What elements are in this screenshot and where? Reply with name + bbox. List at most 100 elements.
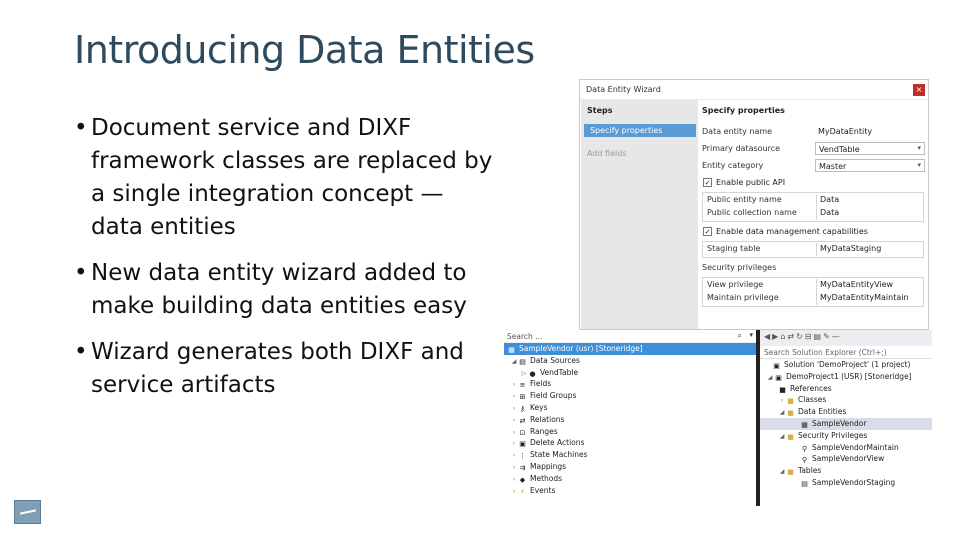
checkbox-check-icon: ✓ — [703, 178, 712, 187]
enable-data-management-checkbox[interactable]: ✓ Enable data management capabilities — [702, 224, 924, 241]
tree-node[interactable]: › ◆ Methods — [504, 473, 756, 485]
tree-node-label: State Machines — [530, 450, 588, 460]
public-entity-name-input[interactable]: Data — [816, 194, 926, 207]
tree-node[interactable]: ◢ ■ Data Entities — [760, 406, 932, 418]
tree-node[interactable]: ▦ SampleVendor (usr) [Stoneridge] — [504, 343, 756, 355]
delete-actions-icon: ▣ — [519, 440, 526, 449]
entity-name-input[interactable]: MyDataEntity — [815, 125, 925, 138]
tree-node-label: Data Entities — [798, 407, 847, 417]
tree-node[interactable]: ■ References — [760, 383, 932, 395]
select-value: VendTable — [819, 145, 860, 154]
tree-node[interactable]: › ⋮ State Machines — [504, 449, 756, 461]
tree-node-label: Fields — [530, 379, 552, 389]
tree-node-label: Tables — [798, 466, 822, 476]
step-add-fields[interactable]: Add fields — [581, 147, 698, 160]
collapse-arrow-icon[interactable]: › — [510, 486, 518, 498]
steps-header: Steps — [587, 106, 613, 115]
tree-node-label: SampleVendorMaintain — [812, 442, 899, 452]
tree-node[interactable]: › ⊡ Ranges — [504, 426, 756, 438]
folder-icon: ■ — [787, 397, 794, 406]
folder-icon: ■ — [787, 468, 794, 477]
tree-node[interactable]: ◢ ■ Tables — [760, 465, 932, 477]
tree-node[interactable]: › ⚡ Events — [504, 485, 756, 497]
field-row: Data entity name MyDataEntity — [702, 124, 924, 141]
staging-table-input[interactable]: MyDataStaging — [816, 243, 926, 256]
tree-node[interactable]: › ⊞ Field Groups — [504, 390, 756, 402]
field-row: Maintain privilege MyDataEntityMaintain — [703, 292, 923, 305]
enable-public-api-checkbox[interactable]: ✓ Enable public API — [702, 175, 924, 192]
wizard-properties-pane: Specify properties Data entity name MyDa… — [702, 100, 926, 329]
mappings-icon: ⇉ — [519, 463, 526, 472]
field-label: Public collection name — [707, 208, 797, 217]
tree-node[interactable]: › ⇄ Relations — [504, 414, 756, 426]
tree-node[interactable]: › ▣ Delete Actions — [504, 437, 756, 449]
tree-node[interactable]: ⚲ SampleVendorMaintain — [760, 442, 932, 454]
folder-icon: ■ — [787, 432, 794, 441]
keys-icon: ⚷ — [519, 404, 526, 413]
tree-node-label: Security Privileges — [798, 430, 868, 440]
fields-icon: ≡ — [519, 381, 526, 390]
checkbox-check-icon: ✓ — [703, 227, 712, 236]
wizard-steps-pane: Steps Specify properties Add fields — [581, 100, 698, 329]
solution-search-input[interactable]: Search Solution Explorer (Ctrl+;) — [760, 346, 932, 359]
entity-category-select[interactable]: Master ▾ — [815, 159, 925, 172]
search-input[interactable]: Search ... ⌕ ▾ — [504, 330, 756, 343]
collapse-all-icon[interactable]: ⊟ — [805, 332, 814, 341]
tree-node-label: SampleVendor — [812, 418, 867, 428]
expand-arrow-icon[interactable]: ◢ — [766, 372, 774, 384]
tree-node[interactable]: ▦ SampleVendor — [760, 417, 932, 430]
tree-node[interactable]: › ⇉ Mappings — [504, 461, 756, 473]
table-icon: ● — [529, 369, 536, 378]
step-specify-properties[interactable]: Specify properties — [584, 124, 696, 137]
tree-node[interactable]: ▷ ● VendTable — [504, 367, 756, 379]
tree-node-label: DemoProject1 (USR) [Stoneridge] — [786, 371, 912, 381]
tree-node-label: Solution 'DemoProject' (1 project) — [784, 360, 911, 369]
tree-node[interactable]: ◢ ▤ Data Sources — [504, 355, 756, 367]
staging-group: Staging table MyDataStaging — [702, 241, 924, 258]
public-api-group: Public entity name Data Public collectio… — [702, 192, 924, 222]
search-placeholder: Search ... — [507, 332, 543, 341]
tree-node-label: Mappings — [530, 461, 567, 471]
primary-datasource-select[interactable]: VendTable ▾ — [815, 142, 925, 155]
sync-icon[interactable]: ⇄ — [787, 332, 796, 341]
expand-arrow-icon[interactable]: ◢ — [778, 466, 786, 478]
back-icon[interactable]: ◀ — [764, 332, 772, 341]
entity-icon: ▦ — [508, 346, 515, 354]
bullet-item: Wizard generates both DIXF and service a… — [74, 336, 494, 402]
pin-icon[interactable]: — — [832, 332, 842, 341]
tree-node-label: SampleVendorView — [812, 454, 885, 464]
tree-node-label: Delete Actions — [530, 438, 585, 448]
folder-icon: ■ — [787, 409, 794, 418]
expand-arrow-icon[interactable]: ◢ — [778, 407, 786, 419]
field-label: Staging table — [707, 244, 761, 253]
tree-node[interactable]: ▣ Solution 'DemoProject' (1 project) — [760, 359, 932, 371]
tree-node[interactable]: ▤ SampleVendorStaging — [760, 477, 932, 489]
field-label: View privilege — [707, 280, 764, 289]
tree-node[interactable]: › ⚷ Keys — [504, 402, 756, 414]
bullet-item: Document service and DIXF framework clas… — [74, 112, 494, 244]
tree-node[interactable]: ◢ ■ Security Privileges — [760, 430, 932, 442]
show-all-icon[interactable]: ▤ — [814, 332, 824, 341]
tree-node-label: Events — [530, 485, 556, 495]
close-icon[interactable]: × — [913, 84, 925, 96]
chevron-down-icon[interactable]: ▾ — [749, 331, 753, 339]
tree-node[interactable]: › ≡ Fields — [504, 378, 756, 390]
checkbox-label: Enable public API — [716, 178, 786, 187]
refresh-icon[interactable]: ↻ — [796, 332, 805, 341]
datasources-icon: ▤ — [519, 357, 526, 366]
field-label: Public entity name — [707, 195, 782, 204]
references-icon: ■ — [779, 385, 786, 394]
properties-icon[interactable]: ✎ — [823, 332, 832, 341]
public-collection-name-input[interactable]: Data — [816, 207, 926, 220]
expand-arrow-icon[interactable]: ◢ — [778, 431, 786, 443]
view-privilege-input[interactable]: MyDataEntityView — [816, 279, 926, 292]
data-entity-wizard: Data Entity Wizard × Steps Specify prope… — [579, 79, 929, 330]
tree-node-label: VendTable — [540, 367, 579, 377]
maintain-privilege-input[interactable]: MyDataEntityMaintain — [816, 292, 926, 305]
tree-node[interactable]: ◢ ▣ DemoProject1 (USR) [Stoneridge] — [760, 371, 932, 383]
select-value: Master — [819, 162, 847, 171]
field-row: Security privileges — [702, 260, 924, 277]
search-icon[interactable]: ⌕ — [738, 331, 742, 341]
tree-node[interactable]: ⚲ SampleVendorView — [760, 453, 932, 465]
tree-node[interactable]: › ■ Classes — [760, 394, 932, 406]
